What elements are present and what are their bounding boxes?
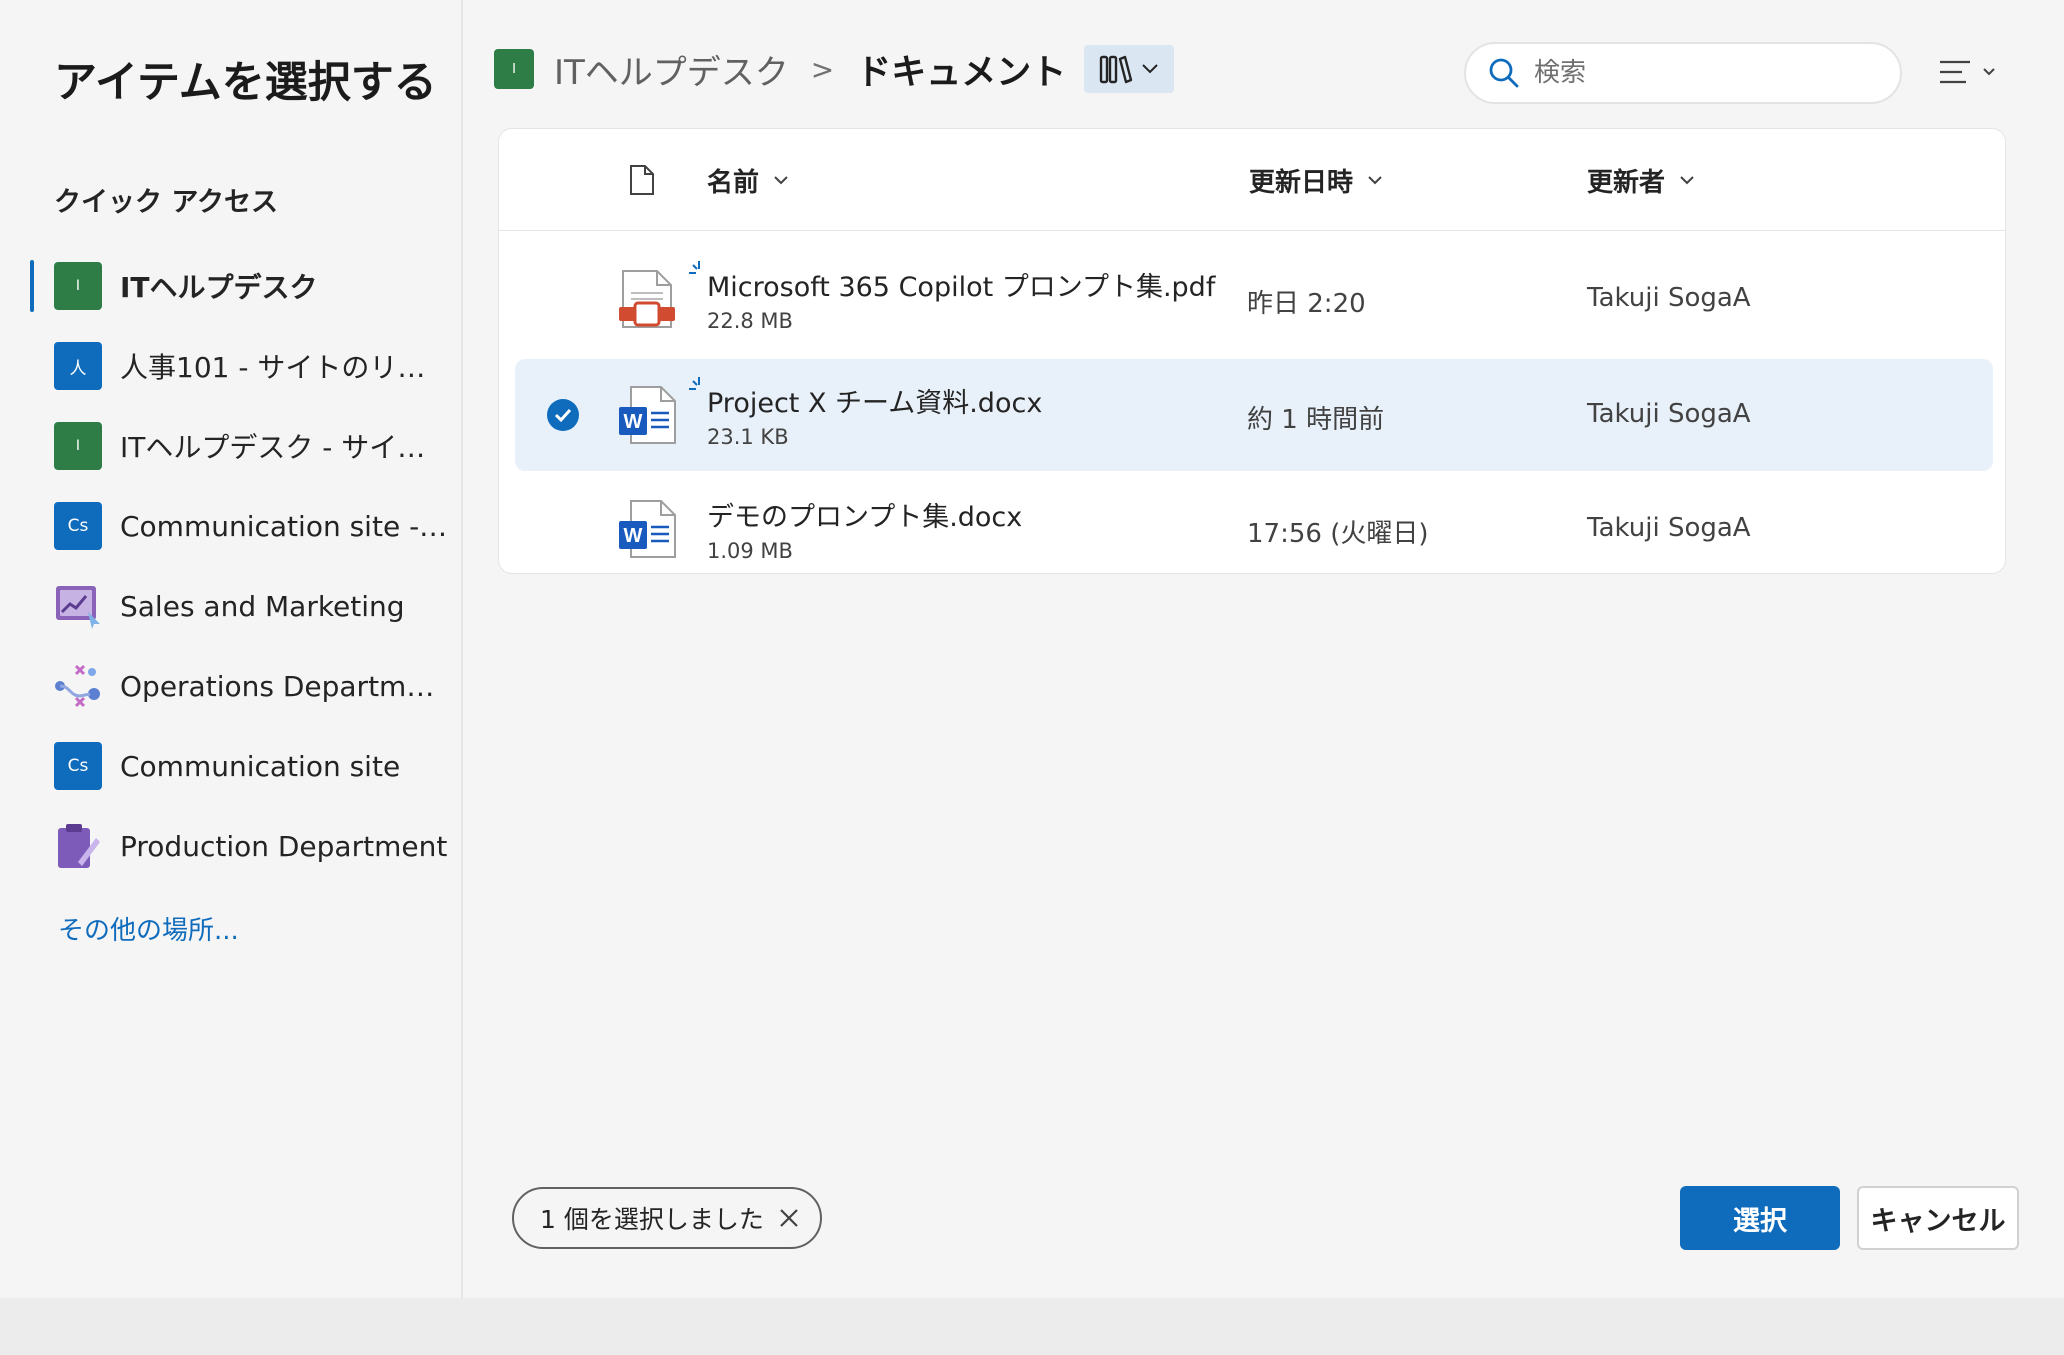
site-blue-icon: Cs [54, 502, 102, 550]
table-row[interactable]: W Project X チーム資料.docx 23.1 KB 約 1 時間前 T… [515, 359, 1993, 471]
document-icon [630, 165, 654, 195]
quick-access-heading: クイック アクセス [54, 187, 279, 218]
quick-access-list: I ITヘルプデスク 人 人事101 - サイトのリソース ... I ITヘル… [30, 246, 450, 886]
table-row[interactable]: W デモのプロンプト集.docx 1.09 MB 17:56 (火曜日) Tak… [515, 473, 1993, 585]
checkmark-icon[interactable] [547, 399, 579, 431]
search-input[interactable] [1534, 58, 1854, 88]
clipboard-icon [54, 822, 102, 870]
file-modified: 約 1 時間前 [1247, 405, 1385, 435]
site-green-icon: I [494, 49, 534, 89]
breadcrumb-current: ドキュメント [856, 52, 1067, 93]
operations-icon [54, 662, 102, 710]
chevron-down-icon [1680, 176, 1694, 185]
selection-count-chip[interactable]: 1 個を選択しました [512, 1187, 822, 1249]
sidebar-item-label: Communication site - Si... [120, 509, 450, 543]
file-modified: 17:56 (火曜日) [1247, 519, 1429, 549]
sidebar-item-it-helpdesk[interactable]: I ITヘルプデスク [30, 246, 450, 326]
search-icon [1489, 58, 1519, 88]
sidebar-item-hr101[interactable]: 人 人事101 - サイトのリソース ... [30, 326, 450, 406]
file-modified: 昨日 2:20 [1247, 289, 1366, 319]
svg-text:W: W [624, 411, 643, 433]
site-blue-icon: Cs [54, 742, 102, 790]
chevron-down-icon [774, 176, 788, 185]
sidebar-item-it-helpdesk-resources[interactable]: I ITヘルプデスク - サイトのリ... [30, 406, 450, 486]
close-icon[interactable] [778, 1207, 800, 1229]
file-type-column-header[interactable] [629, 129, 655, 231]
sidebar-item-communication-site-si[interactable]: Cs Communication site - Si... [30, 486, 450, 566]
column-header-label: 名前 [707, 167, 760, 198]
word-file-icon: W [619, 386, 676, 444]
chevron-down-icon [1142, 64, 1158, 74]
sidebar-item-production[interactable]: Production Department [30, 806, 450, 886]
file-size: 1.09 MB [707, 539, 793, 563]
sidebar-item-label: ITヘルプデスク [120, 271, 318, 304]
word-file-icon: W [619, 500, 676, 558]
sidebar: アイテムを選択する クイック アクセス I ITヘルプデスク 人 人事101 -… [0, 0, 463, 1298]
new-file-icon [689, 377, 700, 390]
file-picker-dialog: アイテムを選択する クイック アクセス I ITヘルプデスク 人 人事101 -… [0, 0, 2064, 1298]
breadcrumb: I ITヘルプデスク > ドキュメント [494, 44, 1175, 94]
table-row[interactable]: Microsoft 365 Copilot プロンプト集.pdf 22.8 MB… [515, 243, 1993, 355]
file-modified-by: Takuji SogaA [1587, 283, 1751, 313]
site-green-icon: I [54, 422, 102, 470]
list-view-icon [1940, 60, 1970, 84]
sidebar-item-label: Communication site [120, 749, 401, 783]
file-size: 23.1 KB [707, 425, 789, 449]
file-modified-by: Takuji SogaA [1587, 399, 1751, 429]
site-blue-icon: 人 [54, 342, 102, 390]
column-header-name[interactable]: 名前 [707, 129, 789, 231]
library-switcher-button[interactable] [1084, 45, 1175, 93]
more-places-link[interactable]: その他の場所... [58, 910, 239, 947]
new-file-icon [689, 261, 700, 274]
sidebar-item-communication-site[interactable]: Cs Communication site [30, 726, 450, 806]
chevron-down-icon [1983, 68, 1995, 76]
sidebar-item-operations[interactable]: Operations Department [30, 646, 450, 726]
search-box[interactable] [1464, 42, 1902, 104]
cancel-button[interactable]: キャンセル [1857, 1186, 2019, 1250]
sidebar-item-sales-marketing[interactable]: Sales and Marketing [30, 566, 450, 646]
pdf-file-icon [619, 270, 675, 328]
file-list: 名前 更新日時 更新者 Microsoft 365 Copilot プロンプト集… [498, 128, 2006, 574]
file-name[interactable]: Microsoft 365 Copilot プロンプト集.pdf [707, 265, 1215, 304]
sidebar-item-label: ITヘルプデスク - サイトのリ... [120, 431, 450, 464]
column-header-modified[interactable]: 更新日時 [1249, 129, 1383, 231]
selection-count-label: 1 個を選択しました [540, 1205, 764, 1234]
sidebar-item-label: Sales and Marketing [120, 589, 405, 623]
sales-chart-icon [54, 582, 102, 630]
breadcrumb-site-link[interactable]: ITヘルプデスク [554, 45, 789, 94]
file-name[interactable]: Project X チーム資料.docx [707, 381, 1042, 420]
library-icon [1100, 55, 1133, 84]
sidebar-item-label: 人事101 - サイトのリソース ... [120, 351, 450, 384]
file-modified-by: Takuji SogaA [1587, 513, 1751, 543]
breadcrumb-separator: > [810, 52, 835, 86]
list-header: 名前 更新日時 更新者 [499, 129, 2005, 231]
file-size: 22.8 MB [707, 309, 793, 333]
svg-text:W: W [624, 525, 643, 547]
sidebar-item-label: Production Department [120, 829, 448, 863]
view-options-button[interactable] [1938, 50, 2008, 94]
column-header-modified-by[interactable]: 更新者 [1587, 129, 1695, 231]
sidebar-item-label: Operations Department [120, 669, 450, 703]
file-name[interactable]: デモのプロンプト集.docx [707, 495, 1022, 534]
site-green-icon: I [54, 262, 102, 310]
chevron-down-icon [1368, 176, 1382, 185]
column-header-label: 更新日時 [1249, 167, 1354, 198]
column-header-label: 更新者 [1587, 167, 1666, 198]
select-button[interactable]: 選択 [1680, 1186, 1840, 1250]
dialog-title: アイテムを選択する [54, 58, 437, 108]
